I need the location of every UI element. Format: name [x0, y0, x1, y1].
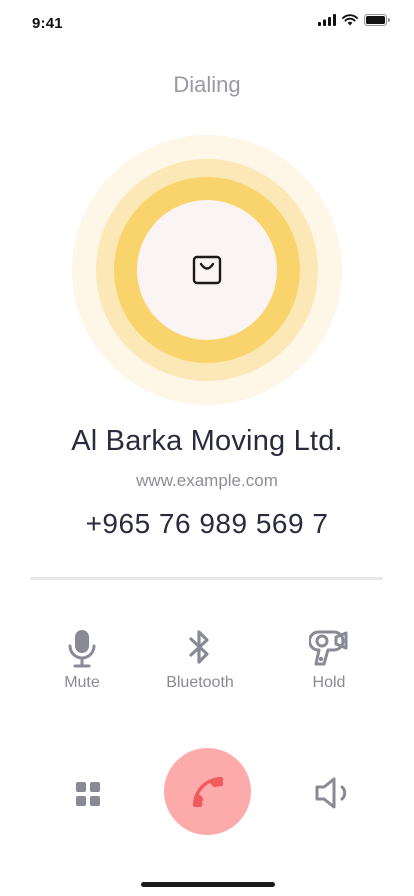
divider: [30, 577, 383, 580]
battery-icon: [364, 14, 390, 26]
shopping-bag-icon: [192, 255, 222, 285]
contact-phone: +965 76 989 569 7: [85, 508, 329, 539]
microphone-icon: [68, 630, 96, 668]
status-time: 9:41: [32, 15, 63, 32]
bluetooth-icon: [189, 630, 209, 664]
hold-label: Hold: [312, 674, 346, 691]
mute-button[interactable]: Mute: [27, 628, 137, 692]
home-indicator[interactable]: [141, 882, 275, 887]
contact-website[interactable]: www.example.com: [0, 471, 414, 491]
phone-hangup-icon: [192, 776, 223, 807]
keypad-icon: [76, 782, 100, 806]
contact-avatar: [137, 200, 277, 340]
speaker-icon: [315, 777, 347, 809]
speaker-button[interactable]: [313, 776, 353, 810]
cellular-signal-icon: [318, 14, 336, 26]
bluetooth-button[interactable]: Bluetooth: [145, 628, 255, 692]
call-state: Dialing: [173, 72, 241, 97]
status-bar: 9:41: [0, 0, 414, 44]
mute-label: Mute: [64, 674, 100, 691]
end-call-button[interactable]: [164, 748, 251, 835]
keypad-button[interactable]: [74, 780, 102, 808]
hold-icon: [309, 630, 348, 666]
dialing-rings: [72, 135, 342, 405]
status-icons: [318, 14, 390, 26]
bluetooth-label: Bluetooth: [166, 674, 234, 691]
hold-button[interactable]: Hold: [274, 628, 384, 692]
contact-name: Al Barka Moving Ltd.: [71, 425, 343, 457]
wifi-icon: [342, 14, 358, 26]
